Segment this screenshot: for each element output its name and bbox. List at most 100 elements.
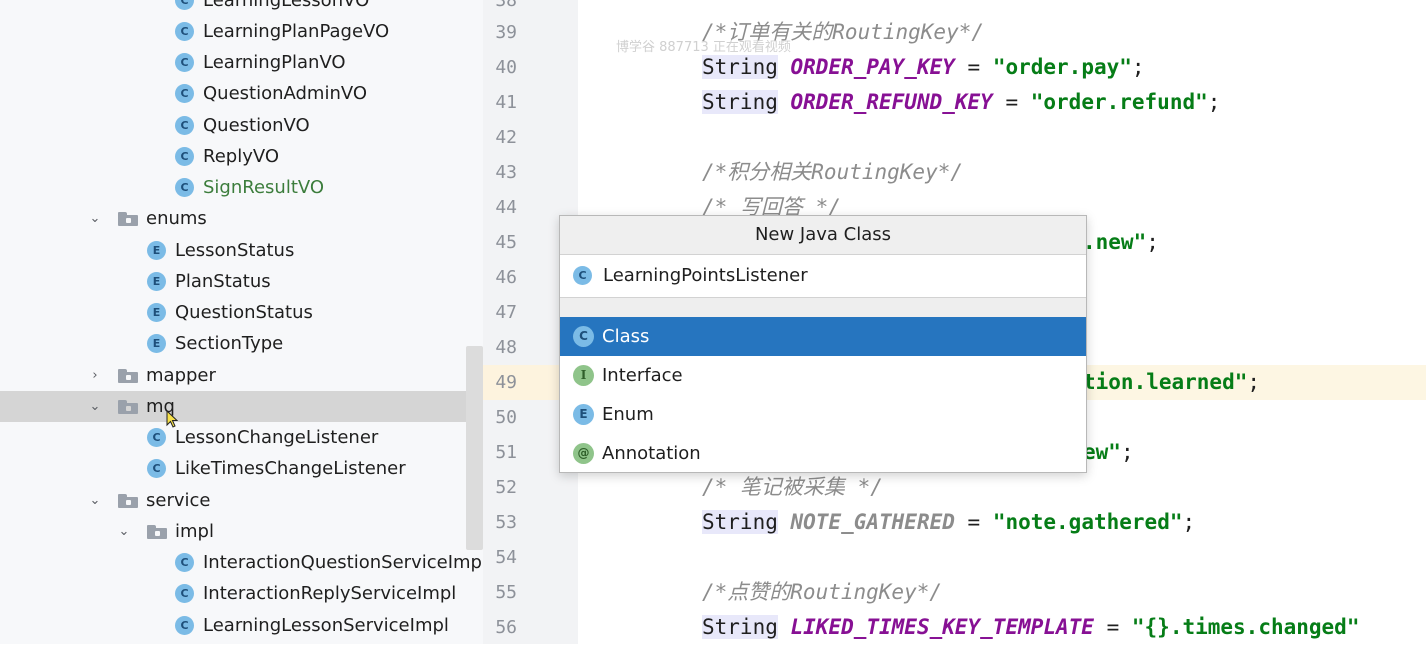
semicolon: ; [1247, 370, 1261, 394]
tree-item[interactable]: C LearningPlanPageVO [0, 16, 483, 47]
line-number: 46 [495, 267, 517, 288]
line-number: 39 [495, 22, 517, 43]
comment: /* 笔记被采集 */ [702, 475, 883, 499]
tree-item[interactable]: C SignResultVO [0, 172, 483, 203]
tree-item[interactable]: C InteractionQuestionServiceImpl [0, 547, 483, 578]
folder-icon [147, 525, 167, 539]
tree-item-label: QuestionVO [203, 115, 310, 136]
string-literal: "note.gathered" [992, 510, 1183, 534]
chevron-down-icon[interactable]: ⌄ [114, 516, 134, 547]
tree-item[interactable]: C ReplyVO [0, 141, 483, 172]
class-icon: C [175, 616, 194, 635]
tree-item-label: LessonChangeListener [175, 427, 379, 448]
class-icon: C [573, 326, 594, 347]
tree-item-label: impl [175, 521, 214, 542]
type-keyword: String [702, 615, 778, 639]
code-line-40: String ORDER_PAY_KEY = "order.pay"; [702, 50, 1145, 85]
semicolon: ; [1120, 440, 1134, 464]
line-number: 48 [495, 337, 517, 358]
tree-item-label: mapper [146, 365, 216, 386]
tree-folder-mq[interactable]: ⌄ mq [0, 391, 483, 422]
tree-item[interactable]: C LikeTimesChangeListener [0, 453, 483, 484]
class-icon: C [175, 584, 194, 603]
class-icon: C [175, 116, 194, 135]
semicolon: ; [1146, 230, 1159, 254]
folder-icon [118, 494, 138, 508]
tree-item-label: LearningPlanVO [203, 52, 346, 73]
tree-folder-service[interactable]: ⌄ service [0, 485, 483, 516]
line-number: 47 [495, 302, 517, 323]
option-interface[interactable]: I Interface [560, 356, 1086, 395]
class-name-value[interactable]: LearningPointsListener [603, 255, 808, 297]
tree-item-label: LearningPlanPageVO [203, 21, 390, 42]
chevron-down-icon[interactable]: ⌄ [85, 391, 105, 422]
class-icon: C [175, 147, 194, 166]
option-class[interactable]: C Class [560, 317, 1086, 356]
tree-item[interactable]: E LessonStatus [0, 235, 483, 266]
class-icon: C [147, 428, 166, 447]
line-number: 49 [495, 372, 517, 393]
tree-item[interactable]: C LearningPlanVO [0, 47, 483, 78]
chevron-right-icon[interactable]: › [85, 360, 105, 391]
tree-folder-impl[interactable]: ⌄ impl [0, 516, 483, 547]
code-line-49: tion.learned"; [1083, 365, 1260, 400]
enum-icon: E [573, 404, 594, 425]
option-label: Annotation [602, 443, 701, 464]
code-line-43: /*积分相关RoutingKey*/ [702, 155, 963, 190]
class-icon: C [175, 0, 194, 10]
tree-item[interactable]: C LearningLessonServiceImpl [0, 610, 483, 641]
option-label: Enum [602, 404, 654, 425]
operator: = [954, 55, 993, 79]
class-name-input[interactable]: C LearningPointsListener [560, 255, 1086, 297]
tree-item[interactable]: C LessonChangeListener [0, 422, 483, 453]
tree-folder-mapper[interactable]: › mapper [0, 360, 483, 391]
line-number: 56 [495, 617, 517, 638]
constant-name: NOTE_GATHERED [790, 510, 955, 534]
tree-item-label: LikeTimesChangeListener [175, 458, 406, 479]
semicolon: ; [1207, 90, 1221, 114]
tree-item[interactable]: E QuestionStatus [0, 297, 483, 328]
folder-icon [118, 369, 138, 383]
line-number: 51 [495, 442, 517, 463]
tree-item-label: InteractionReplyServiceImpl [203, 583, 457, 604]
annotation-icon: @ [573, 443, 594, 464]
tree-item[interactable]: E SectionType [0, 328, 483, 359]
tree-item[interactable]: C LearningLessonVO [0, 0, 483, 16]
code-line-41: String ORDER_REFUND_KEY = "order.refund"… [702, 85, 1220, 120]
tree-scrollbar[interactable] [466, 346, 483, 550]
semicolon: ; [1182, 510, 1196, 534]
option-annotation[interactable]: @ Annotation [560, 434, 1086, 473]
class-icon: C [175, 84, 194, 103]
comment: /*点赞的RoutingKey*/ [702, 580, 943, 604]
option-enum[interactable]: E Enum [560, 395, 1086, 434]
chevron-down-icon[interactable]: ⌄ [85, 485, 105, 516]
tree-item-label: PlanStatus [175, 271, 271, 292]
mouse-cursor-icon [166, 410, 178, 428]
tree-folder-enums[interactable]: ⌄ enums [0, 203, 483, 234]
project-tree: C LearningLessonVO C LearningPlanPageVO … [0, 0, 483, 644]
line-number: 41 [495, 92, 517, 113]
line-number: 44 [495, 197, 517, 218]
code-line-52: /* 笔记被采集 */ [702, 470, 883, 505]
string-literal: tion.learned" [1083, 370, 1248, 394]
line-number: 53 [495, 512, 517, 533]
tree-item-label: LessonStatus [175, 240, 295, 261]
tree-item[interactable]: C QuestionVO [0, 110, 483, 141]
chevron-down-icon[interactable]: ⌄ [85, 203, 105, 234]
code-line-56: String LIKED_TIMES_KEY_TEMPLATE = "{}.ti… [702, 610, 1359, 644]
line-number: 54 [495, 547, 517, 568]
tree-item-label: ReplyVO [203, 146, 280, 167]
tree-item-label: QuestionStatus [175, 302, 313, 323]
tree-item[interactable]: E PlanStatus [0, 266, 483, 297]
type-keyword: String [702, 55, 778, 79]
string-literal: .new" [1083, 230, 1147, 254]
string-literal: "order.pay" [992, 55, 1132, 79]
class-icon: C [175, 178, 194, 197]
tree-item[interactable]: C InteractionReplyServiceImpl [0, 578, 483, 609]
code-line-53: String NOTE_GATHERED = "note.gathered"; [702, 505, 1195, 540]
tree-item-label: InteractionQuestionServiceImpl [203, 552, 483, 573]
string-literal: ew" [1083, 440, 1121, 464]
folder-icon [118, 400, 138, 414]
string-literal: "order.refund" [1030, 90, 1208, 114]
tree-item[interactable]: C QuestionAdminVO [0, 78, 483, 109]
